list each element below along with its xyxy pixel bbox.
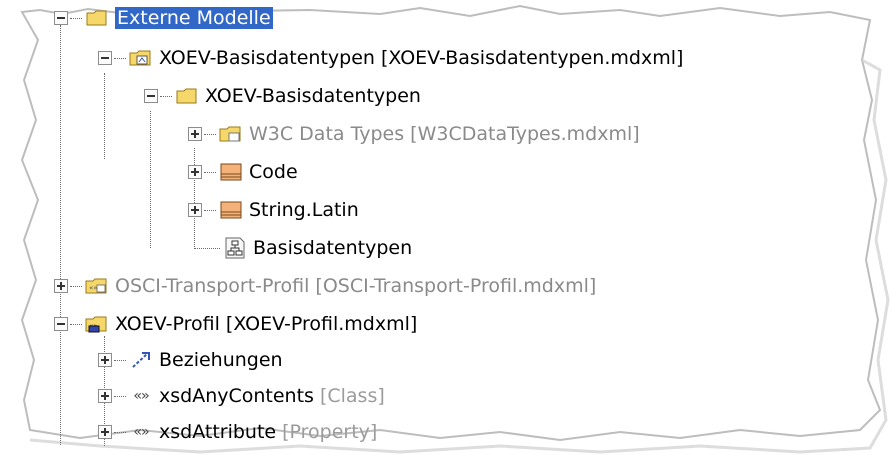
profile-package-icon: «» [85,275,109,297]
tree-line [104,73,105,159]
class-icon [219,199,243,221]
folder-icon [85,7,109,29]
module-package-icon [219,123,243,145]
tree-dots [160,95,172,97]
node-label: Basisdatentypen [253,237,413,259]
node-label: xsdAnyContents [159,385,314,407]
node-label: OSCI-Transport-Profil [OSCI-Transport-Pr… [115,275,597,297]
tree-dots [114,431,126,433]
tree-node-externe-modelle[interactable]: Externe Modelle [54,4,273,32]
tree-dots [114,395,126,397]
node-label: W3C Data Types [W3CDataTypes.mdxml] [249,123,640,145]
diagram-icon [223,237,247,259]
tree-dots [204,133,216,135]
expand-toggle[interactable] [54,279,68,293]
node-label: String.Latin [249,199,359,221]
tree-node-basisdatentypen-diagram[interactable]: Basisdatentypen [194,234,412,262]
tree-dots [194,247,220,249]
tree-node-xsd-any-contents[interactable]: «» xsdAnyContents [Class] [98,382,385,410]
module-package-icon [129,47,153,69]
expand-toggle[interactable] [188,203,202,217]
tree-dots [114,359,126,361]
svg-text:«»: «» [89,284,98,292]
tree-dots [70,285,82,287]
tree-node-xoev-basisdatentypen-package[interactable]: XOEV-Basisdatentypen [144,82,421,110]
tree-node-osci-transport-profil[interactable]: «» OSCI-Transport-Profil [OSCI-Transport… [54,272,596,300]
node-type-label: [Class] [319,385,385,407]
tree-node-code[interactable]: Code [188,158,298,186]
collapse-toggle[interactable] [54,317,68,331]
collapse-toggle[interactable] [54,11,68,25]
tree-dots [70,17,82,19]
node-label: XOEV-Profil [XOEV-Profil.mdxml] [115,313,418,335]
tree-dots [204,209,216,211]
expand-toggle[interactable] [188,127,202,141]
node-type-label: [Property] [282,421,378,443]
tree-line [150,111,151,248]
expand-toggle[interactable] [98,353,112,367]
expand-toggle[interactable] [98,425,112,439]
tree-node-w3c-data-types[interactable]: W3C Data Types [W3CDataTypes.mdxml] [188,120,640,148]
node-label: XOEV-Basisdatentypen [XOEV-Basisdatentyp… [159,47,684,69]
node-label: Externe Modelle [115,7,273,29]
tree-node-string-latin[interactable]: String.Latin [188,196,359,224]
tree-node-xsd-attribute[interactable]: «» xsdAttribute [Property] [98,418,377,446]
node-label: Code [249,161,298,183]
tree-dots [70,323,82,325]
tree-dots [114,57,126,59]
stereotype-icon: «» [133,388,150,404]
profile-package-icon: «» [85,313,109,335]
containment-tree: Externe Modelle XOEV-Basisdatentypen [XO… [0,0,891,455]
expand-toggle[interactable] [98,389,112,403]
tree-node-xoev-profil[interactable]: «» XOEV-Profil [XOEV-Profil.mdxml] [54,310,417,338]
collapse-toggle[interactable] [144,89,158,103]
class-icon [219,161,243,183]
tree-node-beziehungen[interactable]: Beziehungen [98,346,283,374]
collapse-toggle[interactable] [98,51,112,65]
tree-dots [204,171,216,173]
node-label: XOEV-Basisdatentypen [205,85,421,107]
tree-line [60,25,61,445]
expand-toggle[interactable] [188,165,202,179]
node-label: Beziehungen [159,349,283,371]
relations-icon [129,349,153,371]
node-label: xsdAttribute [159,421,277,443]
stereotype-icon: «» [133,424,150,440]
tree-node-xoev-basisdatentypen-module[interactable]: XOEV-Basisdatentypen [XOEV-Basisdatentyp… [98,44,683,72]
folder-icon [175,85,199,107]
